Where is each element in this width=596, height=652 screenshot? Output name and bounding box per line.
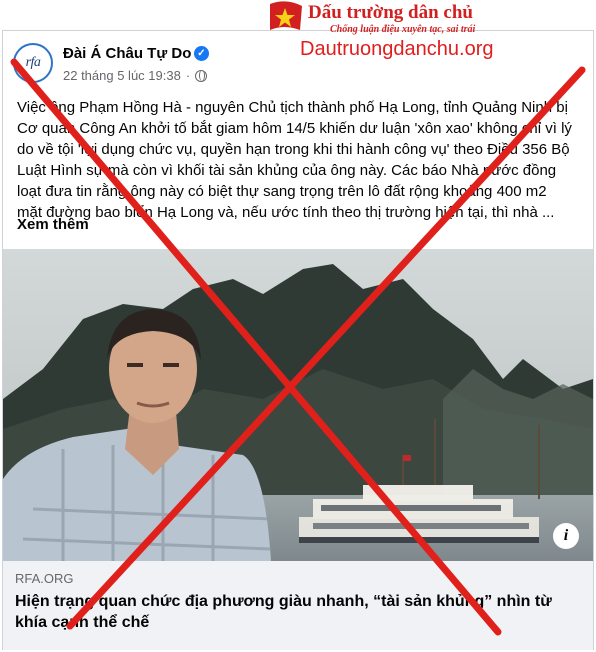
globe-icon[interactable] — [195, 69, 208, 82]
avatar-logo-text: rfa — [25, 55, 41, 70]
body-line: Luật Hình sự mà còn vì khối tài sản khủn… — [17, 162, 557, 179]
body-line: mặt đường bao biển Hạ Long và, nếu ước t… — [17, 204, 555, 221]
halong-bay-photo — [3, 249, 593, 561]
meta-separator: · — [185, 68, 191, 83]
verified-badge-icon: ✓ — [194, 46, 209, 61]
post-meta: 22 tháng 5 lúc 19:38 · — [63, 68, 208, 83]
body-line: loạt đưa tin rằng ông này có biệt thự sa… — [17, 183, 547, 200]
facebook-post: rfa Đài Á Châu Tự Do ✓ 22 tháng 5 lúc 19… — [2, 30, 594, 650]
page-name-link[interactable]: Đài Á Châu Tự Do — [63, 45, 191, 62]
body-line: Cơ quan Công An khởi tố bắt giam hôm 14/… — [17, 120, 572, 137]
see-more-link[interactable]: Xem thêm — [17, 216, 89, 233]
page-avatar[interactable]: rfa — [13, 43, 53, 83]
watermark-logo: Dấu trường dân chủ Chống luận điệu xuyên… — [266, 0, 526, 35]
info-icon[interactable]: i — [553, 523, 579, 549]
link-preview[interactable]: RFA.ORG Hiện trạng quan chức địa phương … — [3, 561, 593, 650]
body-line: do về tội 'lợi dụng chức vụ, quyền hạn t… — [17, 141, 570, 158]
watermark-slogan: Chống luận điệu xuyên tạc, sai trái — [330, 24, 476, 35]
post-body-text: Việc ông Phạm Hồng Hà - nguyên Chủ tịch … — [17, 97, 583, 223]
link-title[interactable]: Hiện trạng quan chức địa phương giàu nha… — [15, 591, 575, 633]
watermark-name: Dấu trường dân chủ — [308, 2, 473, 23]
watermark-url: Dautruongdanchu.org — [300, 38, 494, 60]
post-image[interactable]: i — [3, 249, 593, 561]
link-domain: RFA.ORG — [15, 571, 74, 586]
vietnam-flag-logo-icon — [270, 1, 302, 30]
body-line: Việc ông Phạm Hồng Hà - nguyên Chủ tịch … — [17, 99, 568, 116]
post-timestamp[interactable]: 22 tháng 5 lúc 19:38 — [63, 68, 181, 83]
